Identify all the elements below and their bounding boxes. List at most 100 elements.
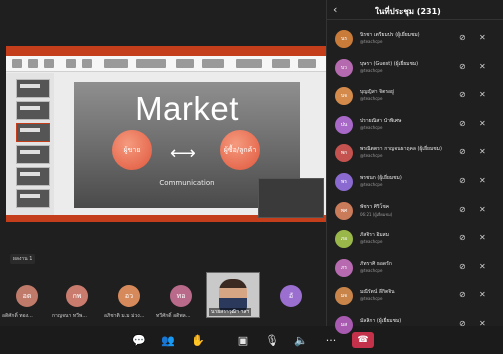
seller-circle: ผู้ขาย bbox=[112, 130, 152, 170]
buyer-circle: ผู้ซื้อ/ลูกค้า bbox=[220, 130, 260, 170]
chat-icon[interactable]: 💬 bbox=[131, 332, 147, 348]
people-icon[interactable]: 👥 bbox=[160, 332, 176, 348]
participant-row[interactable]: ภร ภัทราศิ ธอดรัก @teachcpe ⊘ ✕ bbox=[327, 255, 503, 283]
participants-panel: ‹ ในที่ประชุม (231) นร นิรชา เตรียมปร (ผู… bbox=[326, 0, 503, 334]
participant-row[interactable]: บว บุษรา (Guest) (ผู้เยี่ยมชม) @teachcpe ⊘ ✕ bbox=[327, 55, 503, 83]
participant-name: กาญจนา ทวีพ... bbox=[52, 313, 88, 319]
mic-off-icon: ✕ bbox=[479, 233, 486, 243]
camera-off-icon: ⊘ bbox=[459, 233, 466, 243]
slide-thumbnail[interactable] bbox=[16, 145, 50, 164]
participant-name: อภิชาติ ม.ม ม่วง... bbox=[104, 313, 145, 319]
participant-row[interactable]: มส มัลลิกา (ผู้เยี่ยมชม) ⊘ ✕ bbox=[327, 312, 503, 340]
raise-hand-icon[interactable]: ✋ bbox=[190, 332, 206, 348]
camera-off-icon: ⊘ bbox=[459, 290, 466, 300]
mic-off-icon: ✕ bbox=[479, 147, 486, 157]
participants-title: ในที่ประชุม (231) bbox=[375, 7, 441, 16]
back-arrow-icon[interactable]: ‹ bbox=[333, 3, 337, 16]
participant-tile[interactable]: ทอ ทวีศักดิ์ อดิพล... bbox=[156, 277, 206, 320]
participant-row[interactable]: ภอ ภัสจิรา อิมสม @teachcpe ⊘ ✕ bbox=[327, 226, 503, 254]
slide-thumbnail[interactable] bbox=[16, 123, 50, 142]
avatar: พร bbox=[335, 173, 353, 191]
avatar: มจ bbox=[335, 287, 353, 306]
slide-thumbnail[interactable] bbox=[16, 79, 50, 98]
participant-row[interactable]: ปน ปรายณิสา นำพิเศษ @teachcpe ⊘ ✕ bbox=[327, 112, 503, 140]
participant-row[interactable]: พก พรณิตตรา กาญจนธาฤคล (ผู้เยี่ยมชม) @teac… bbox=[327, 140, 503, 168]
participant-name: มณีรัตน์ ลีกิตจิน bbox=[360, 289, 395, 296]
participant-name: ปรายณิสา นำพิเศษ bbox=[360, 117, 402, 124]
slide-thumbnail[interactable] bbox=[16, 101, 50, 120]
participant-row[interactable]: นร นิรชา เตรียมปร (ผู้เยี่ยมชม) @teachcpe ⊘… bbox=[327, 26, 503, 54]
avatar: อว bbox=[118, 285, 140, 307]
avatar: ภร bbox=[335, 258, 353, 277]
avatar: พก bbox=[335, 144, 353, 163]
participant-name: นายสราวุฒิฯ ฯลฯ bbox=[209, 308, 252, 316]
mic-off-icon: ✕ bbox=[479, 319, 486, 328]
avatar: บว bbox=[335, 58, 353, 77]
participant-row[interactable]: มจ มณีรัตน์ ลีกิตจิน @teachcpe ⊘ ✕ bbox=[327, 283, 503, 311]
participant-subtitle: @teachcpe bbox=[360, 39, 383, 44]
participant-subtitle: @teachcpe bbox=[360, 124, 383, 130]
slide-thumbnail[interactable] bbox=[16, 167, 50, 186]
mic-off-icon: ✕ bbox=[479, 118, 486, 128]
self-view-video[interactable] bbox=[258, 178, 324, 218]
avatar: ทอ bbox=[170, 285, 192, 307]
teams-meeting-window: Market ผู้ขาย ⟷ ผู้ซื้อ/ลูกค้า Communica… bbox=[0, 0, 503, 354]
participant-subtitle: @teachcpe bbox=[360, 296, 383, 302]
participant-video-tile[interactable]: นายสราวุฒิฯ ฯลฯ bbox=[206, 272, 260, 318]
participant-name: พัชรา ศิริโชค bbox=[360, 203, 390, 210]
participant-row[interactable]: พศ พัชรา ศิริโชค 06:21 (ผู้เยี่ยมชม) ⊘ ✕ bbox=[327, 198, 503, 226]
avatar: ปน bbox=[335, 115, 353, 134]
speaker-icon[interactable]: 🔈 bbox=[293, 332, 309, 348]
participant-name: พรชนก (ผู้เยี่ยมชม) bbox=[360, 175, 402, 181]
participant-row[interactable]: บจ บุญญิสา จิตรอยู่ @teachcpe ⊘ ✕ bbox=[327, 83, 503, 111]
powerpoint-ribbon bbox=[6, 56, 326, 72]
participant-subtitle: @teachcpe bbox=[360, 153, 383, 159]
camera-off-icon: ⊘ bbox=[459, 90, 466, 100]
participant-name: บุษรา (Guest) (ผู้เยี่ยมชม) bbox=[360, 60, 419, 67]
participant-name: พรณิตตรา กาญจนธาฤคล (ผู้เยี่ยมชม) bbox=[360, 146, 442, 153]
participant-subtitle: @teachcpe bbox=[360, 96, 383, 102]
participant-tile[interactable]: อด อดิศักดิ์ ทอง... bbox=[2, 277, 52, 320]
participant-name: บุญญิสา จิตรอยู่ bbox=[360, 89, 394, 96]
mic-off-icon: ✕ bbox=[479, 90, 486, 100]
camera-off-icon[interactable]: ▣ bbox=[235, 332, 251, 348]
participant-subtitle: @teachcpe bbox=[360, 67, 383, 73]
participant-name: ภัทราศิ ธอดรัก bbox=[360, 260, 392, 267]
camera-off-icon: ⊘ bbox=[459, 61, 466, 71]
participant-tile[interactable]: อั bbox=[266, 277, 316, 320]
avatar: อด bbox=[16, 285, 38, 307]
participant-subtitle: 06:21 (ผู้เยี่ยมชม) bbox=[360, 211, 393, 217]
sharer-label: ผลงาน 1 bbox=[10, 254, 36, 264]
camera-off-icon: ⊘ bbox=[459, 176, 466, 185]
avatar: อั bbox=[280, 285, 302, 307]
slide-thumbnail[interactable] bbox=[16, 189, 50, 208]
mic-off-icon: ✕ bbox=[479, 176, 486, 185]
participant-name: มัลลิกา (ผู้เยี่ยมชม) bbox=[360, 318, 402, 324]
participant-subtitle: @teachcpe bbox=[360, 239, 383, 245]
participant-tile[interactable]: อว อภิชาติ ม.ม ม่วง... bbox=[104, 277, 154, 320]
double-arrow-icon: ⟷ bbox=[170, 143, 196, 164]
camera-off-icon: ⊘ bbox=[459, 147, 466, 157]
camera-off-icon: ⊘ bbox=[459, 118, 466, 128]
participant-video bbox=[219, 279, 247, 311]
participants-panel-header: ‹ ในที่ประชุม (231) bbox=[327, 0, 503, 20]
powerpoint-title-bar bbox=[6, 46, 326, 56]
participant-tile[interactable]: กพ กาญจนา ทวีพ... bbox=[52, 277, 102, 320]
mic-off-icon: ✕ bbox=[479, 61, 486, 71]
camera-off-icon: ⊘ bbox=[459, 319, 466, 328]
mic-off-icon: ✕ bbox=[479, 204, 486, 214]
camera-off-icon: ⊘ bbox=[459, 204, 466, 214]
slide-title: Market bbox=[135, 90, 239, 127]
participant-subtitle: @teachcpe bbox=[360, 267, 383, 273]
participant-subtitle: @teachcpe bbox=[360, 182, 383, 187]
avatar: กพ bbox=[66, 285, 88, 307]
avatar: ภอ bbox=[335, 230, 353, 249]
slide-thumbnails bbox=[6, 73, 54, 215]
mic-off-icon[interactable]: 🎙 bbox=[264, 332, 280, 348]
avatar: นร bbox=[335, 30, 353, 48]
participant-row[interactable]: พร พรชนก (ผู้เยี่ยมชม) @teachcpe ⊘ ✕ bbox=[327, 169, 503, 197]
camera-off-icon: ⊘ bbox=[459, 261, 466, 271]
participant-name: ภัสจิรา อิมสม bbox=[360, 232, 390, 239]
camera-off-icon: ⊘ bbox=[459, 33, 466, 42]
mic-off-icon: ✕ bbox=[479, 290, 486, 300]
